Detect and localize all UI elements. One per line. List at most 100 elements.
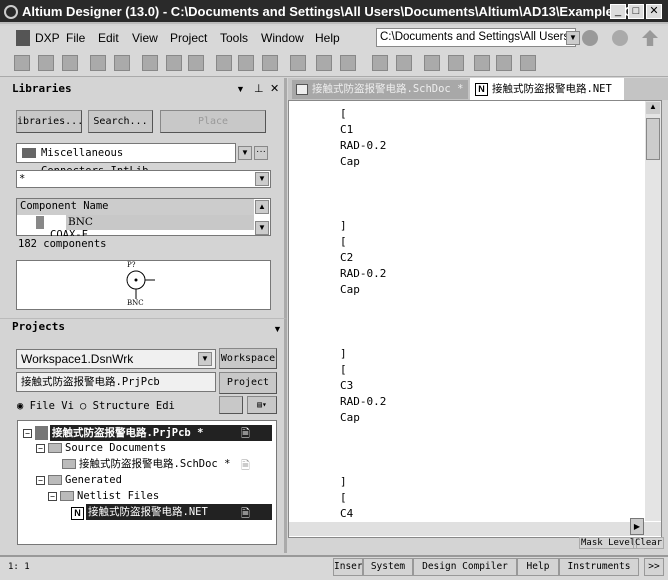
tree-item-netlist-files[interactable]: − Netlist Files: [48, 488, 159, 504]
place-button[interactable]: Place: [160, 110, 266, 133]
edit-doc-icon[interactable]: [474, 55, 490, 71]
cut-icon[interactable]: [216, 55, 232, 71]
editor-line: Cap: [340, 283, 360, 296]
path-dropdown[interactable]: ▼: [566, 31, 580, 45]
tree-item-project-toggle[interactable]: −: [23, 425, 35, 441]
tree-item-generated[interactable]: − Generated: [36, 472, 122, 488]
workspace-button[interactable]: Workspace: [219, 348, 277, 369]
dxp-icon: [16, 30, 30, 46]
more-button[interactable]: >>: [644, 558, 664, 576]
component-icon[interactable]: [142, 55, 158, 71]
library-select[interactable]: Miscellaneous Connectors.IntLib: [16, 143, 236, 177]
menu-file[interactable]: File: [66, 31, 85, 45]
component-count: 182 components: [18, 238, 107, 250]
redo-icon[interactable]: [340, 55, 356, 71]
board-icon[interactable]: [166, 55, 182, 71]
doc-list-icon[interactable]: [520, 55, 536, 71]
maximize-button[interactable]: □: [628, 4, 644, 19]
tree-item-schdoc[interactable]: 接触式防盗报警电路.SchDoc *: [62, 456, 230, 472]
horizontal-scrollbar[interactable]: [289, 522, 661, 536]
vertical-scrollbar[interactable]: [645, 101, 661, 521]
tree-item-source-documents[interactable]: − Source Documents: [36, 440, 166, 456]
panel-menu-icon[interactable]: ▼: [236, 84, 245, 94]
open-icon[interactable]: [38, 55, 54, 71]
library-dropdown[interactable]: ▼: [238, 146, 252, 160]
editor-line: RAD-0.2: [340, 139, 387, 152]
tree-item-project-label: 接触式防盗报警电路.PrjPcb *: [52, 427, 204, 439]
indent-icon[interactable]: [372, 55, 388, 71]
menu-window[interactable]: Window: [261, 31, 304, 45]
print-preview-icon[interactable]: [114, 55, 130, 71]
scroll-right-button[interactable]: ▶: [630, 518, 644, 535]
scroll-up-button[interactable]: ▲: [646, 102, 660, 114]
help-button[interactable]: Help: [517, 558, 559, 576]
scrollbar-thumb[interactable]: [646, 118, 660, 160]
menu-tools[interactable]: Tools: [220, 31, 248, 45]
window-icon[interactable]: [188, 55, 204, 71]
insert-mode: Insert: [333, 558, 363, 576]
minimize-button[interactable]: _: [610, 4, 626, 19]
design-compiler-button[interactable]: Design Compiler: [413, 558, 517, 576]
paste-icon[interactable]: [262, 55, 278, 71]
new-icon[interactable]: [14, 55, 30, 71]
list-scroll-up[interactable]: ▲: [255, 200, 269, 214]
filter-dropdown[interactable]: ▼: [255, 172, 269, 186]
tree-item-project[interactable]: 接触式防盗报警电路.PrjPcb *: [50, 425, 272, 441]
project-field[interactable]: 接触式防盗报警电路.PrjPcb: [16, 372, 216, 392]
source-documents-label: Source Documents: [65, 442, 167, 454]
instruments-button[interactable]: Instruments: [559, 558, 639, 576]
list-icon[interactable]: [448, 55, 464, 71]
align-icon[interactable]: [424, 55, 440, 71]
workspace-dropdown[interactable]: ▼: [198, 352, 212, 366]
bnc-symbol: [126, 270, 155, 299]
tab-net[interactable]: 接触式防盗报警电路.NET: [470, 78, 624, 101]
menu-project[interactable]: Project: [170, 31, 207, 45]
workspace-select[interactable]: Workspace1.DsnWrk: [16, 349, 216, 369]
mask-level-button[interactable]: Mask Level: [579, 537, 638, 549]
system-button[interactable]: System: [363, 558, 413, 576]
library-browse-button[interactable]: ···: [254, 146, 268, 160]
component-item-coax[interactable]: COAX-F: [50, 229, 88, 236]
component-preview: P? BNC: [16, 260, 271, 310]
list-scroll-down[interactable]: ▼: [255, 221, 269, 235]
back-icon[interactable]: [582, 30, 598, 46]
outdent-icon[interactable]: [396, 55, 412, 71]
menu-dxp[interactable]: DXP: [35, 31, 60, 45]
save-icon[interactable]: [62, 55, 78, 71]
projects-menu-icon[interactable]: ▼: [273, 324, 282, 334]
editor-line: Cap: [340, 155, 360, 168]
doc-status-icon: 🗎: [241, 428, 250, 440]
copy-icon[interactable]: [238, 55, 254, 71]
forward-icon[interactable]: [612, 30, 628, 46]
filter-input[interactable]: *: [16, 170, 271, 188]
netlist-icon: N: [475, 83, 488, 96]
pin-icon[interactable]: ⊥: [254, 82, 264, 95]
compile-icon[interactable]: [219, 396, 243, 414]
column-header-component-name[interactable]: Component Name: [17, 199, 254, 215]
menu-edit[interactable]: Edit: [98, 31, 119, 45]
close-button[interactable]: ✕: [646, 4, 662, 19]
clear-button[interactable]: Clear: [633, 537, 665, 549]
text-editor[interactable]: [C1 RAD-0.2 Cap] [C2 RAD-0.2 Cap] [C3 RAD-0.2 Ca…: [288, 100, 662, 538]
path-input[interactable]: C:\Documents and Settings\All Users\D: [376, 28, 576, 47]
doc-icon[interactable]: [496, 55, 512, 71]
find-icon[interactable]: [290, 55, 306, 71]
tab-schdoc-label: 接触式防盗报警电路.SchDoc *: [312, 83, 464, 95]
file-view-radio[interactable]: ◉ File Vi: [17, 400, 74, 412]
component-item-bnc[interactable]: BNC: [66, 215, 254, 230]
menu-help[interactable]: Help: [315, 31, 340, 45]
schematic-icon: [62, 459, 76, 469]
print-icon[interactable]: [90, 55, 106, 71]
options-dropdown-icon[interactable]: ▤▾: [247, 396, 277, 414]
tab-schdoc[interactable]: 接触式防盗报警电路.SchDoc *: [292, 80, 468, 99]
editor-line: C3: [340, 379, 354, 392]
undo-icon[interactable]: [316, 55, 332, 71]
project-button[interactable]: Project: [219, 372, 277, 394]
search-button[interactable]: Search...: [88, 110, 153, 133]
editor-line: C4: [340, 507, 354, 520]
close-panel-icon[interactable]: ✕: [270, 82, 279, 95]
project-icon: [35, 426, 48, 440]
menu-view[interactable]: View: [132, 31, 158, 45]
libraries-button[interactable]: ibraries...: [16, 110, 83, 133]
structure-editor-radio[interactable]: ○ Structure Edi: [80, 400, 175, 412]
